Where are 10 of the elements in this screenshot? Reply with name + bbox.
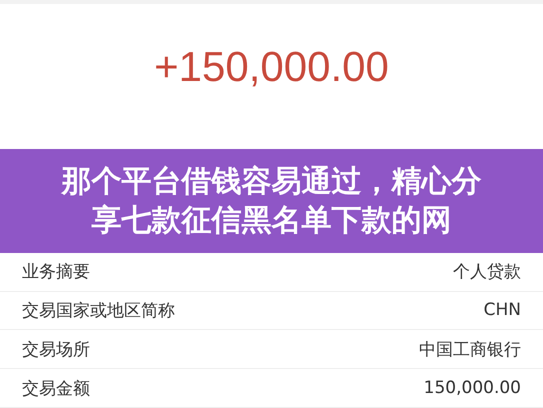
detail-label: 交易国家或地区简称 (22, 300, 175, 322)
detail-value: 150,000.00 (424, 378, 521, 398)
detail-label: 业务摘要 (22, 261, 90, 284)
detail-value: 中国工商银行 (419, 338, 521, 361)
banner-title: 那个平台借钱容易通过，精心分享七款征信黑名单下款的网 (60, 163, 482, 240)
detail-value: 个人贷款 (453, 261, 521, 284)
detail-label: 交易场所 (22, 338, 90, 361)
amount-text: +150,000.00 (154, 42, 389, 92)
detail-label: 交易金额 (22, 378, 90, 400)
detail-value: CHN (484, 300, 521, 320)
